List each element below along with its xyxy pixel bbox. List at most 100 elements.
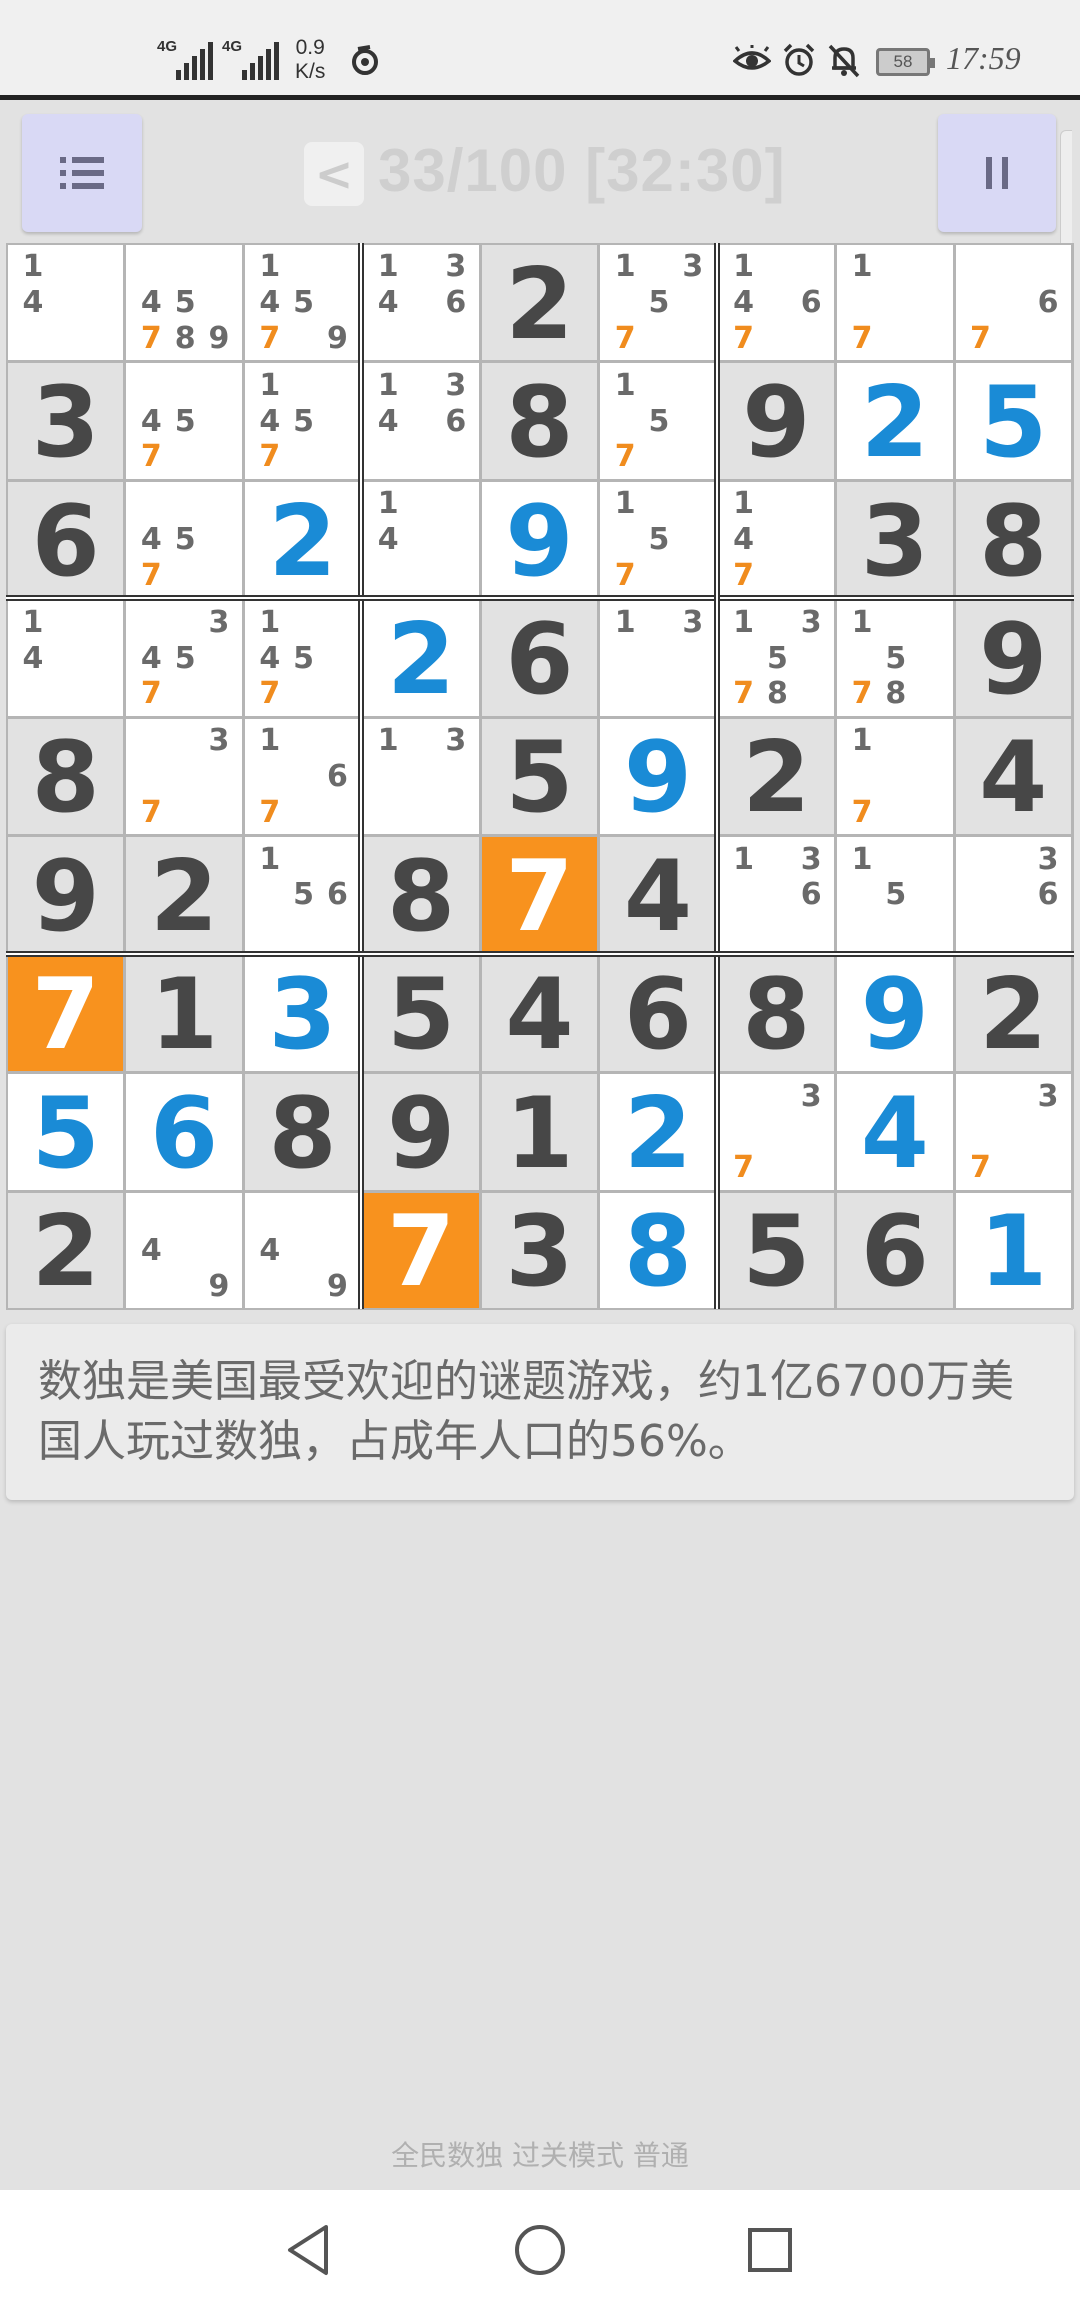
sudoku-cell-r3c3[interactable]: 2 [242,479,363,600]
sudoku-cell-r8c3[interactable]: 8 [242,1072,363,1192]
sudoku-cell-r9c2[interactable]: 49 [124,1190,244,1310]
sudoku-cell-r2c5[interactable]: 8 [479,361,600,481]
pencil-note [287,321,321,357]
sudoku-cell-r8c4[interactable]: 9 [361,1072,481,1192]
sudoku-cell-r6c3[interactable]: 156 [242,835,363,955]
sudoku-cell-r4c9[interactable]: 9 [953,598,1073,718]
sudoku-cell-r5c5[interactable]: 5 [479,716,600,837]
sudoku-cell-r4c1[interactable]: 14 [6,598,126,718]
sudoku-cell-r1c9[interactable]: 67 [953,243,1073,363]
nav-home-button[interactable] [510,2220,570,2280]
sudoku-cell-r8c5[interactable]: 1 [479,1072,600,1192]
sudoku-cell-r3c2[interactable]: 457 [124,479,244,600]
sudoku-cell-r5c4[interactable]: 13 [361,716,481,837]
sudoku-cell-r6c6[interactable]: 4 [598,835,718,955]
sudoku-cell-r1c8[interactable]: 17 [835,243,955,363]
previous-level-button[interactable]: < [304,142,364,206]
sudoku-cell-r1c7[interactable]: 14 6 7 [716,243,837,363]
cell-value: 9 [505,484,574,599]
sudoku-cell-r3c7[interactable]: 147 [716,479,837,600]
sudoku-cell-r4c2[interactable]: 3 457 [124,598,244,718]
sudoku-cell-r6c4[interactable]: 8 [361,835,481,955]
pencil-notes: 13 [608,604,709,711]
sudoku-cell-r7c8[interactable]: 9 [835,953,955,1074]
sudoku-cell-r1c2[interactable]: 45789 [124,243,244,363]
sudoku-cell-r7c3[interactable]: 3 [242,953,363,1074]
sudoku-cell-r4c8[interactable]: 1578 [835,598,955,718]
sudoku-cell-r2c3[interactable]: 1457 [242,361,363,481]
sudoku-cell-r2c2[interactable]: 457 [124,361,244,481]
sudoku-cell-r1c1[interactable]: 14 [6,243,126,363]
sudoku-cell-r2c1[interactable]: 3 [6,361,126,481]
sudoku-cell-r9c3[interactable]: 49 [242,1190,363,1310]
sudoku-cell-r6c1[interactable]: 9 [6,835,126,955]
sudoku-cell-r6c9[interactable]: 36 [953,835,1073,955]
sudoku-cell-r6c7[interactable]: 1 36 [716,835,837,955]
menu-button[interactable] [22,114,142,232]
sudoku-cell-r5c7[interactable]: 2 [716,716,837,837]
cell-value: 7 [31,958,100,1073]
sudoku-cell-r1c3[interactable]: 1457 9 [242,243,363,363]
pencil-note: 4 [377,403,399,439]
pencil-notes: 457 [134,486,235,593]
sudoku-cell-r8c2[interactable]: 6 [124,1072,244,1192]
sudoku-cell-r4c7[interactable]: 1 3578 [716,598,837,718]
sudoku-cell-r7c9[interactable]: 2 [953,953,1073,1074]
sudoku-cell-r9c8[interactable]: 6 [835,1190,955,1310]
sudoku-cell-r3c5[interactable]: 9 [479,479,600,600]
sudoku-cell-r3c6[interactable]: 157 [598,479,718,600]
pencil-note [913,877,947,913]
sudoku-cell-r4c4[interactable]: 2 [361,598,481,718]
sudoku-cell-r3c8[interactable]: 3 [835,479,955,600]
sudoku-cell-r6c8[interactable]: 15 [835,835,955,955]
sudoku-cell-r2c9[interactable]: 5 [953,361,1073,481]
sudoku-cell-r7c7[interactable]: 8 [716,953,837,1074]
sudoku-cell-r2c6[interactable]: 157 [598,361,718,481]
sudoku-cell-r1c6[interactable]: 1 357 [598,243,718,363]
sudoku-cell-r4c6[interactable]: 13 [598,598,718,718]
sudoku-cell-r3c9[interactable]: 8 [953,479,1073,600]
sudoku-cell-r9c1[interactable]: 2 [6,1190,126,1310]
sudoku-cell-r2c8[interactable]: 2 [835,361,955,481]
sudoku-cell-r9c7[interactable]: 5 [716,1190,837,1310]
sudoku-cell-r7c6[interactable]: 6 [598,953,718,1074]
sudoku-cell-r4c3[interactable]: 1457 [242,598,363,718]
level-progress-timer: 33/100 [32:30] [378,137,786,204]
pencil-note [913,604,947,640]
sudoku-cell-r2c7[interactable]: 9 [716,361,837,481]
sudoku-cell-r2c4[interactable]: 1 3 4 6 [361,361,481,481]
sudoku-cell-r6c5[interactable]: 7 [479,835,600,955]
sudoku-cell-r5c1[interactable]: 8 [6,716,126,837]
sudoku-cell-r9c6[interactable]: 8 [598,1190,718,1310]
sudoku-cell-r1c5[interactable]: 2 [479,243,600,363]
sudoku-cell-r5c9[interactable]: 4 [953,716,1073,837]
sudoku-cell-r5c6[interactable]: 9 [598,716,718,837]
sudoku-cell-r7c4[interactable]: 5 [361,953,481,1074]
nav-back-button[interactable] [278,2220,338,2280]
sudoku-cell-r4c5[interactable]: 6 [479,598,600,718]
sudoku-cell-r5c8[interactable]: 17 [835,716,955,837]
pencil-note: 7 [259,676,281,712]
sudoku-cell-r6c2[interactable]: 2 [124,835,244,955]
sudoku-cell-r9c5[interactable]: 3 [479,1190,600,1310]
sudoku-cell-r5c2[interactable]: 37 [124,716,244,837]
sudoku-cell-r7c5[interactable]: 4 [479,953,600,1074]
sudoku-cell-r5c3[interactable]: 1 6 7 [242,716,363,837]
sudoku-cell-r9c9[interactable]: 1 [953,1190,1073,1310]
sudoku-cell-r8c1[interactable]: 5 [6,1072,126,1192]
sudoku-cell-r8c9[interactable]: 37 [953,1072,1073,1192]
sudoku-cell-r3c4[interactable]: 14 [361,479,481,600]
sudoku-cell-r1c4[interactable]: 1 3 4 6 [361,243,481,363]
sudoku-cell-r8c6[interactable]: 2 [598,1072,718,1192]
sudoku-cell-r8c7[interactable]: 37 [716,1072,837,1192]
sudoku-cell-r3c1[interactable]: 6 [6,479,126,600]
pause-button[interactable] [938,114,1056,232]
cell-value: 5 [505,721,574,836]
sudoku-cell-r9c4[interactable]: 7 [361,1190,481,1310]
sudoku-cell-r7c2[interactable]: 1 [124,953,244,1074]
pencil-note: 6 [445,285,467,321]
nav-recents-button[interactable] [740,2220,800,2280]
sudoku-cell-r8c8[interactable]: 4 [835,1072,955,1192]
pencil-note [321,640,355,676]
sudoku-cell-r7c1[interactable]: 7 [6,953,126,1074]
